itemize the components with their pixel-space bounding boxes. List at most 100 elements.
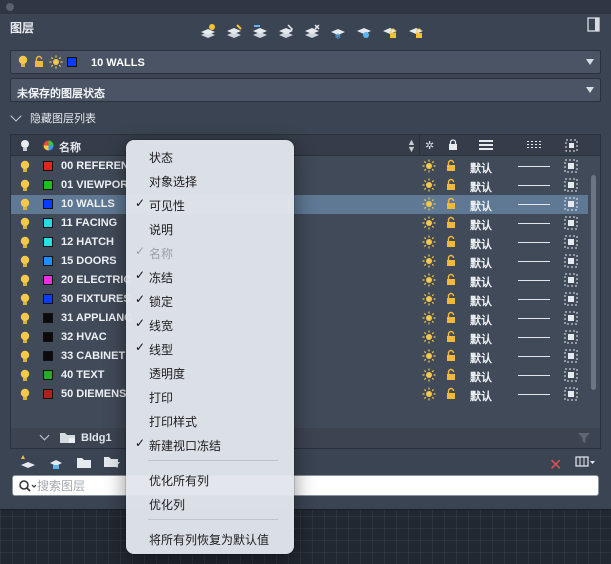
- menu-item[interactable]: 打印: [126, 384, 294, 408]
- new-property-filter-icon[interactable]: [18, 454, 38, 470]
- lock-icon[interactable]: [445, 387, 457, 401]
- lineweight-value[interactable]: 默认: [470, 331, 492, 347]
- linetype-sample[interactable]: [518, 299, 550, 300]
- lightbulb-icon[interactable]: [19, 198, 31, 211]
- lineweight-value[interactable]: 默认: [470, 255, 492, 271]
- lightbulb-icon[interactable]: [19, 331, 31, 344]
- linetype-sample[interactable]: [518, 166, 550, 167]
- menu-item[interactable]: ✓ 冻结: [126, 264, 294, 288]
- menu-item[interactable]: ✓ 新建视口冻结: [126, 432, 294, 456]
- lineweight-value[interactable]: 默认: [470, 160, 492, 176]
- lock-icon[interactable]: [445, 159, 457, 173]
- layer-color-swatch[interactable]: [43, 199, 53, 209]
- linetype-sample[interactable]: [518, 185, 550, 186]
- new-group-filter-icon[interactable]: [46, 454, 66, 470]
- lineweight-value[interactable]: 默认: [470, 217, 492, 233]
- folder-filter-icon[interactable]: [102, 454, 122, 470]
- lineweight-value[interactable]: 默认: [470, 369, 492, 385]
- lineweight-column-icon[interactable]: [479, 140, 493, 150]
- unlock-layer-icon[interactable]: [405, 21, 427, 41]
- layer-group-row[interactable]: Bldg1: [11, 428, 600, 448]
- layer-color-swatch[interactable]: [43, 313, 53, 323]
- layer-color-swatch[interactable]: [43, 180, 53, 190]
- sun-icon[interactable]: [422, 159, 436, 173]
- freeze-layer-icon[interactable]: ❄: [327, 21, 349, 41]
- column-header-name[interactable]: 名称: [59, 139, 81, 155]
- menu-item[interactable]: 对象选择: [126, 168, 294, 192]
- layer-walk-icon[interactable]: [249, 21, 271, 41]
- lock-icon[interactable]: [445, 216, 457, 230]
- layer-color-swatch[interactable]: [43, 351, 53, 361]
- linetype-sample[interactable]: [518, 261, 550, 262]
- plot-icon[interactable]: [564, 216, 578, 230]
- linetype-sample[interactable]: [518, 318, 550, 319]
- layer-color-swatch[interactable]: [43, 218, 53, 228]
- chevron-down-icon[interactable]: [39, 430, 50, 441]
- layer-color-swatch[interactable]: [43, 332, 53, 342]
- table-row[interactable]: 33 CABINET 默认: [11, 347, 588, 366]
- menu-item[interactable]: 优化所有列: [126, 467, 294, 491]
- lightbulb-icon[interactable]: [19, 274, 31, 287]
- menu-item[interactable]: 打印样式: [126, 408, 294, 432]
- lightbulb-icon[interactable]: [19, 369, 31, 382]
- sun-icon[interactable]: [422, 254, 436, 268]
- freeze-column-icon[interactable]: ✲: [425, 139, 434, 152]
- linetype-sample[interactable]: [518, 242, 550, 243]
- lightbulb-icon[interactable]: [19, 179, 31, 192]
- lock-icon[interactable]: [445, 292, 457, 306]
- sort-icon[interactable]: ▲ ▼: [407, 138, 416, 154]
- layer-color-swatch[interactable]: [43, 389, 53, 399]
- plot-icon[interactable]: [564, 368, 578, 382]
- lightbulb-icon[interactable]: [19, 236, 31, 249]
- lineweight-value[interactable]: 默认: [470, 198, 492, 214]
- lightbulb-icon[interactable]: [19, 139, 31, 152]
- sun-icon[interactable]: [422, 273, 436, 287]
- linetype-sample[interactable]: [518, 280, 550, 281]
- lightbulb-icon[interactable]: [19, 388, 31, 401]
- plot-icon[interactable]: [564, 330, 578, 344]
- table-row[interactable]: 00 REFEREN 默认: [11, 157, 588, 176]
- table-row[interactable]: 40 TEXT 默认: [11, 366, 588, 385]
- layer-search-box[interactable]: [12, 475, 599, 496]
- table-row[interactable]: 30 FIXTURES 默认: [11, 290, 588, 309]
- sun-icon[interactable]: [422, 311, 436, 325]
- isolate-layer-icon[interactable]: [353, 21, 375, 41]
- lock-icon[interactable]: [445, 311, 457, 325]
- menu-item[interactable]: ✓ 锁定: [126, 288, 294, 312]
- menu-item[interactable]: 状态: [126, 144, 294, 168]
- table-row[interactable]: 01 VIEWPOR 默认: [11, 176, 588, 195]
- lock-icon[interactable]: [445, 349, 457, 363]
- lock-icon[interactable]: [445, 330, 457, 344]
- lightbulb-icon[interactable]: [19, 312, 31, 325]
- lineweight-value[interactable]: 默认: [470, 293, 492, 309]
- lock-icon[interactable]: [445, 235, 457, 249]
- lightbulb-icon[interactable]: [19, 255, 31, 268]
- lineweight-value[interactable]: 默认: [470, 236, 492, 252]
- plot-icon[interactable]: [564, 178, 578, 192]
- lineweight-value[interactable]: 默认: [470, 274, 492, 290]
- linetype-sample[interactable]: [518, 223, 550, 224]
- lightbulb-icon[interactable]: [19, 350, 31, 363]
- plot-icon[interactable]: [564, 387, 578, 401]
- layer-color-swatch[interactable]: [43, 161, 53, 171]
- linetype-sample[interactable]: [518, 204, 550, 205]
- linetype-sample[interactable]: [518, 337, 550, 338]
- layer-color-swatch[interactable]: [43, 275, 53, 285]
- table-row[interactable]: 15 DOORS 默认: [11, 252, 588, 271]
- filter-icon[interactable]: [578, 432, 590, 444]
- current-layer-dropdown[interactable]: 10 WALLS: [10, 50, 601, 74]
- sun-icon[interactable]: [422, 368, 436, 382]
- table-row[interactable]: 10 WALLS 默认: [11, 195, 588, 214]
- menu-item[interactable]: 将所有列恢复为默认值: [126, 526, 294, 550]
- lock-icon[interactable]: [445, 254, 457, 268]
- menu-item[interactable]: ✓ 可见性: [126, 192, 294, 216]
- plot-icon[interactable]: [564, 273, 578, 287]
- linetype-column-icon[interactable]: [527, 141, 541, 149]
- sun-icon[interactable]: [422, 292, 436, 306]
- menu-item[interactable]: 说明: [126, 216, 294, 240]
- new-vp-layer-icon[interactable]: [223, 21, 245, 41]
- sun-icon[interactable]: [422, 235, 436, 249]
- lineweight-value[interactable]: 默认: [470, 312, 492, 328]
- columns-menu-icon[interactable]: [575, 456, 595, 468]
- scrollbar[interactable]: [591, 175, 596, 390]
